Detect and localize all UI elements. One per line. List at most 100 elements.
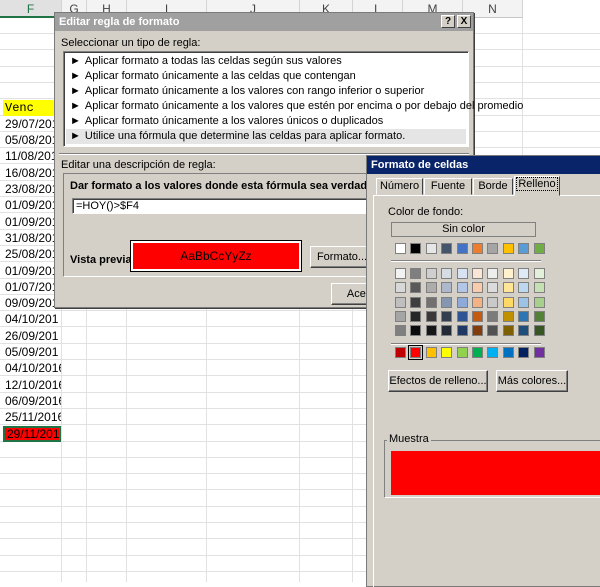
theme-color-swatch[interactable]	[533, 243, 545, 254]
theme-shade-swatch[interactable]	[425, 310, 437, 322]
date-cell[interactable]: 31/08/201	[3, 230, 61, 246]
standard-color-swatch[interactable]	[518, 347, 530, 358]
tab-nmero[interactable]: Número	[376, 178, 423, 195]
theme-shade-swatch[interactable]	[441, 296, 453, 308]
theme-shade-swatch[interactable]	[533, 310, 545, 322]
theme-shade-swatch[interactable]	[456, 282, 468, 294]
standard-color-swatch[interactable]	[425, 347, 437, 358]
theme-shade-swatch[interactable]	[410, 282, 422, 294]
date-cell[interactable]: 16/08/201	[3, 165, 61, 181]
tab-fuente[interactable]: Fuente	[424, 178, 472, 195]
theme-shade-swatch[interactable]	[441, 325, 453, 337]
theme-shade-swatch[interactable]	[533, 282, 545, 294]
theme-shade-swatch[interactable]	[441, 268, 453, 279]
tab-borde[interactable]: Borde	[473, 178, 513, 195]
standard-color-swatch[interactable]	[472, 347, 483, 358]
theme-color-swatch[interactable]	[502, 243, 514, 254]
date-cell[interactable]: 23/08/201	[3, 181, 61, 197]
theme-shade-swatch[interactable]	[487, 325, 499, 337]
theme-shade-swatch[interactable]	[425, 282, 437, 294]
date-cell[interactable]: 06/09/2016	[3, 393, 61, 409]
standard-color-swatch[interactable]	[408, 345, 424, 360]
standard-color-swatch[interactable]	[441, 347, 453, 358]
rule-type-item[interactable]: ► Aplicar formato únicamente a los valore…	[66, 84, 466, 99]
rule-type-item[interactable]: ► Aplicar formato únicamente a los valore…	[66, 114, 466, 129]
theme-shade-swatch[interactable]	[487, 296, 499, 308]
theme-shade-swatch[interactable]	[518, 282, 530, 294]
theme-shade-swatch[interactable]	[395, 310, 406, 322]
theme-shade-swatch[interactable]	[441, 310, 453, 322]
rule-type-item[interactable]: ► Utilice una fórmula que determine las c…	[66, 129, 466, 144]
theme-shade-swatch[interactable]	[410, 325, 422, 337]
date-cell[interactable]: 29/07/201	[3, 116, 61, 132]
standard-color-swatch[interactable]	[533, 347, 545, 358]
date-cell[interactable]: 11/08/201	[3, 148, 61, 164]
date-cell[interactable]: 25/08/201	[3, 246, 61, 262]
theme-shade-swatch[interactable]	[533, 296, 545, 308]
theme-color-swatch[interactable]	[487, 243, 499, 254]
date-cell[interactable]: 25/11/2016	[3, 409, 61, 425]
theme-shade-swatch[interactable]	[533, 268, 545, 279]
standard-color-swatch[interactable]	[395, 347, 406, 358]
theme-color-swatch[interactable]	[518, 243, 530, 254]
no-color-button[interactable]: Sin color	[391, 222, 536, 237]
column-header-f[interactable]: F	[0, 0, 62, 18]
theme-shade-swatch[interactable]	[395, 282, 406, 294]
theme-shade-swatch[interactable]	[472, 282, 483, 294]
theme-shade-swatch[interactable]	[425, 325, 437, 337]
theme-shade-swatch[interactable]	[502, 310, 514, 322]
fill-effects-button[interactable]: Efectos de relleno...	[388, 370, 488, 392]
theme-shade-swatch[interactable]	[502, 268, 514, 279]
theme-shade-swatch[interactable]	[518, 268, 530, 279]
date-cell[interactable]: 05/08/201	[3, 132, 61, 148]
theme-shade-swatch[interactable]	[441, 282, 453, 294]
date-cell[interactable]: 29/11/2016	[3, 425, 61, 442]
theme-shade-swatch[interactable]	[502, 296, 514, 308]
theme-shade-swatch[interactable]	[518, 310, 530, 322]
theme-shade-swatch[interactable]	[425, 296, 437, 308]
theme-shade-swatch[interactable]	[456, 310, 468, 322]
format-button[interactable]: Formato...	[310, 246, 374, 268]
help-button[interactable]: ?	[441, 15, 455, 28]
theme-shade-swatch[interactable]	[456, 325, 468, 337]
date-cell[interactable]: 01/07/201	[3, 279, 61, 295]
date-cell[interactable]: 12/10/2016	[3, 377, 61, 393]
theme-shade-swatch[interactable]	[410, 296, 422, 308]
theme-shade-swatch[interactable]	[410, 310, 422, 322]
theme-shade-swatch[interactable]	[456, 268, 468, 279]
theme-color-swatch[interactable]	[425, 243, 437, 254]
theme-shade-swatch[interactable]	[487, 268, 499, 279]
more-colors-button[interactable]: Más colores...	[496, 370, 568, 392]
theme-shade-swatch[interactable]	[518, 296, 530, 308]
theme-shade-swatch[interactable]	[502, 325, 514, 337]
theme-shade-swatch[interactable]	[472, 268, 483, 279]
tab-relleno[interactable]: Relleno	[514, 176, 560, 196]
date-cell[interactable]: 04/10/201	[3, 311, 61, 327]
standard-color-swatch[interactable]	[502, 347, 514, 358]
date-cell[interactable]: 04/10/2016	[3, 360, 61, 376]
date-cell[interactable]: 26/09/201	[3, 328, 61, 344]
date-cell[interactable]: 01/09/201	[3, 214, 61, 230]
close-button[interactable]: X	[457, 15, 471, 28]
date-cell[interactable]: 01/09/201	[3, 263, 61, 279]
theme-shade-swatch[interactable]	[487, 282, 499, 294]
theme-shade-swatch[interactable]	[472, 310, 483, 322]
date-cell[interactable]: 09/09/201	[3, 295, 61, 311]
standard-color-swatch[interactable]	[456, 347, 468, 358]
theme-shade-swatch[interactable]	[425, 268, 437, 279]
rule-type-item[interactable]: ► Aplicar formato a todas las celdas segú…	[66, 54, 466, 69]
theme-shade-swatch[interactable]	[456, 296, 468, 308]
theme-color-swatch[interactable]	[456, 243, 468, 254]
date-cell[interactable]: 01/09/201	[3, 197, 61, 213]
standard-color-swatch[interactable]	[487, 347, 499, 358]
theme-shade-swatch[interactable]	[395, 325, 406, 337]
theme-color-swatch[interactable]	[472, 243, 483, 254]
date-cell[interactable]: 05/09/201	[3, 344, 61, 360]
theme-shade-swatch[interactable]	[472, 325, 483, 337]
venc-header-cell[interactable]: Venc	[3, 99, 61, 116]
theme-shade-swatch[interactable]	[518, 325, 530, 337]
theme-shade-swatch[interactable]	[395, 268, 406, 279]
theme-color-swatch[interactable]	[395, 243, 406, 254]
rule-type-item[interactable]: ► Aplicar formato únicamente a los valore…	[66, 99, 523, 114]
theme-color-swatch[interactable]	[441, 243, 453, 254]
